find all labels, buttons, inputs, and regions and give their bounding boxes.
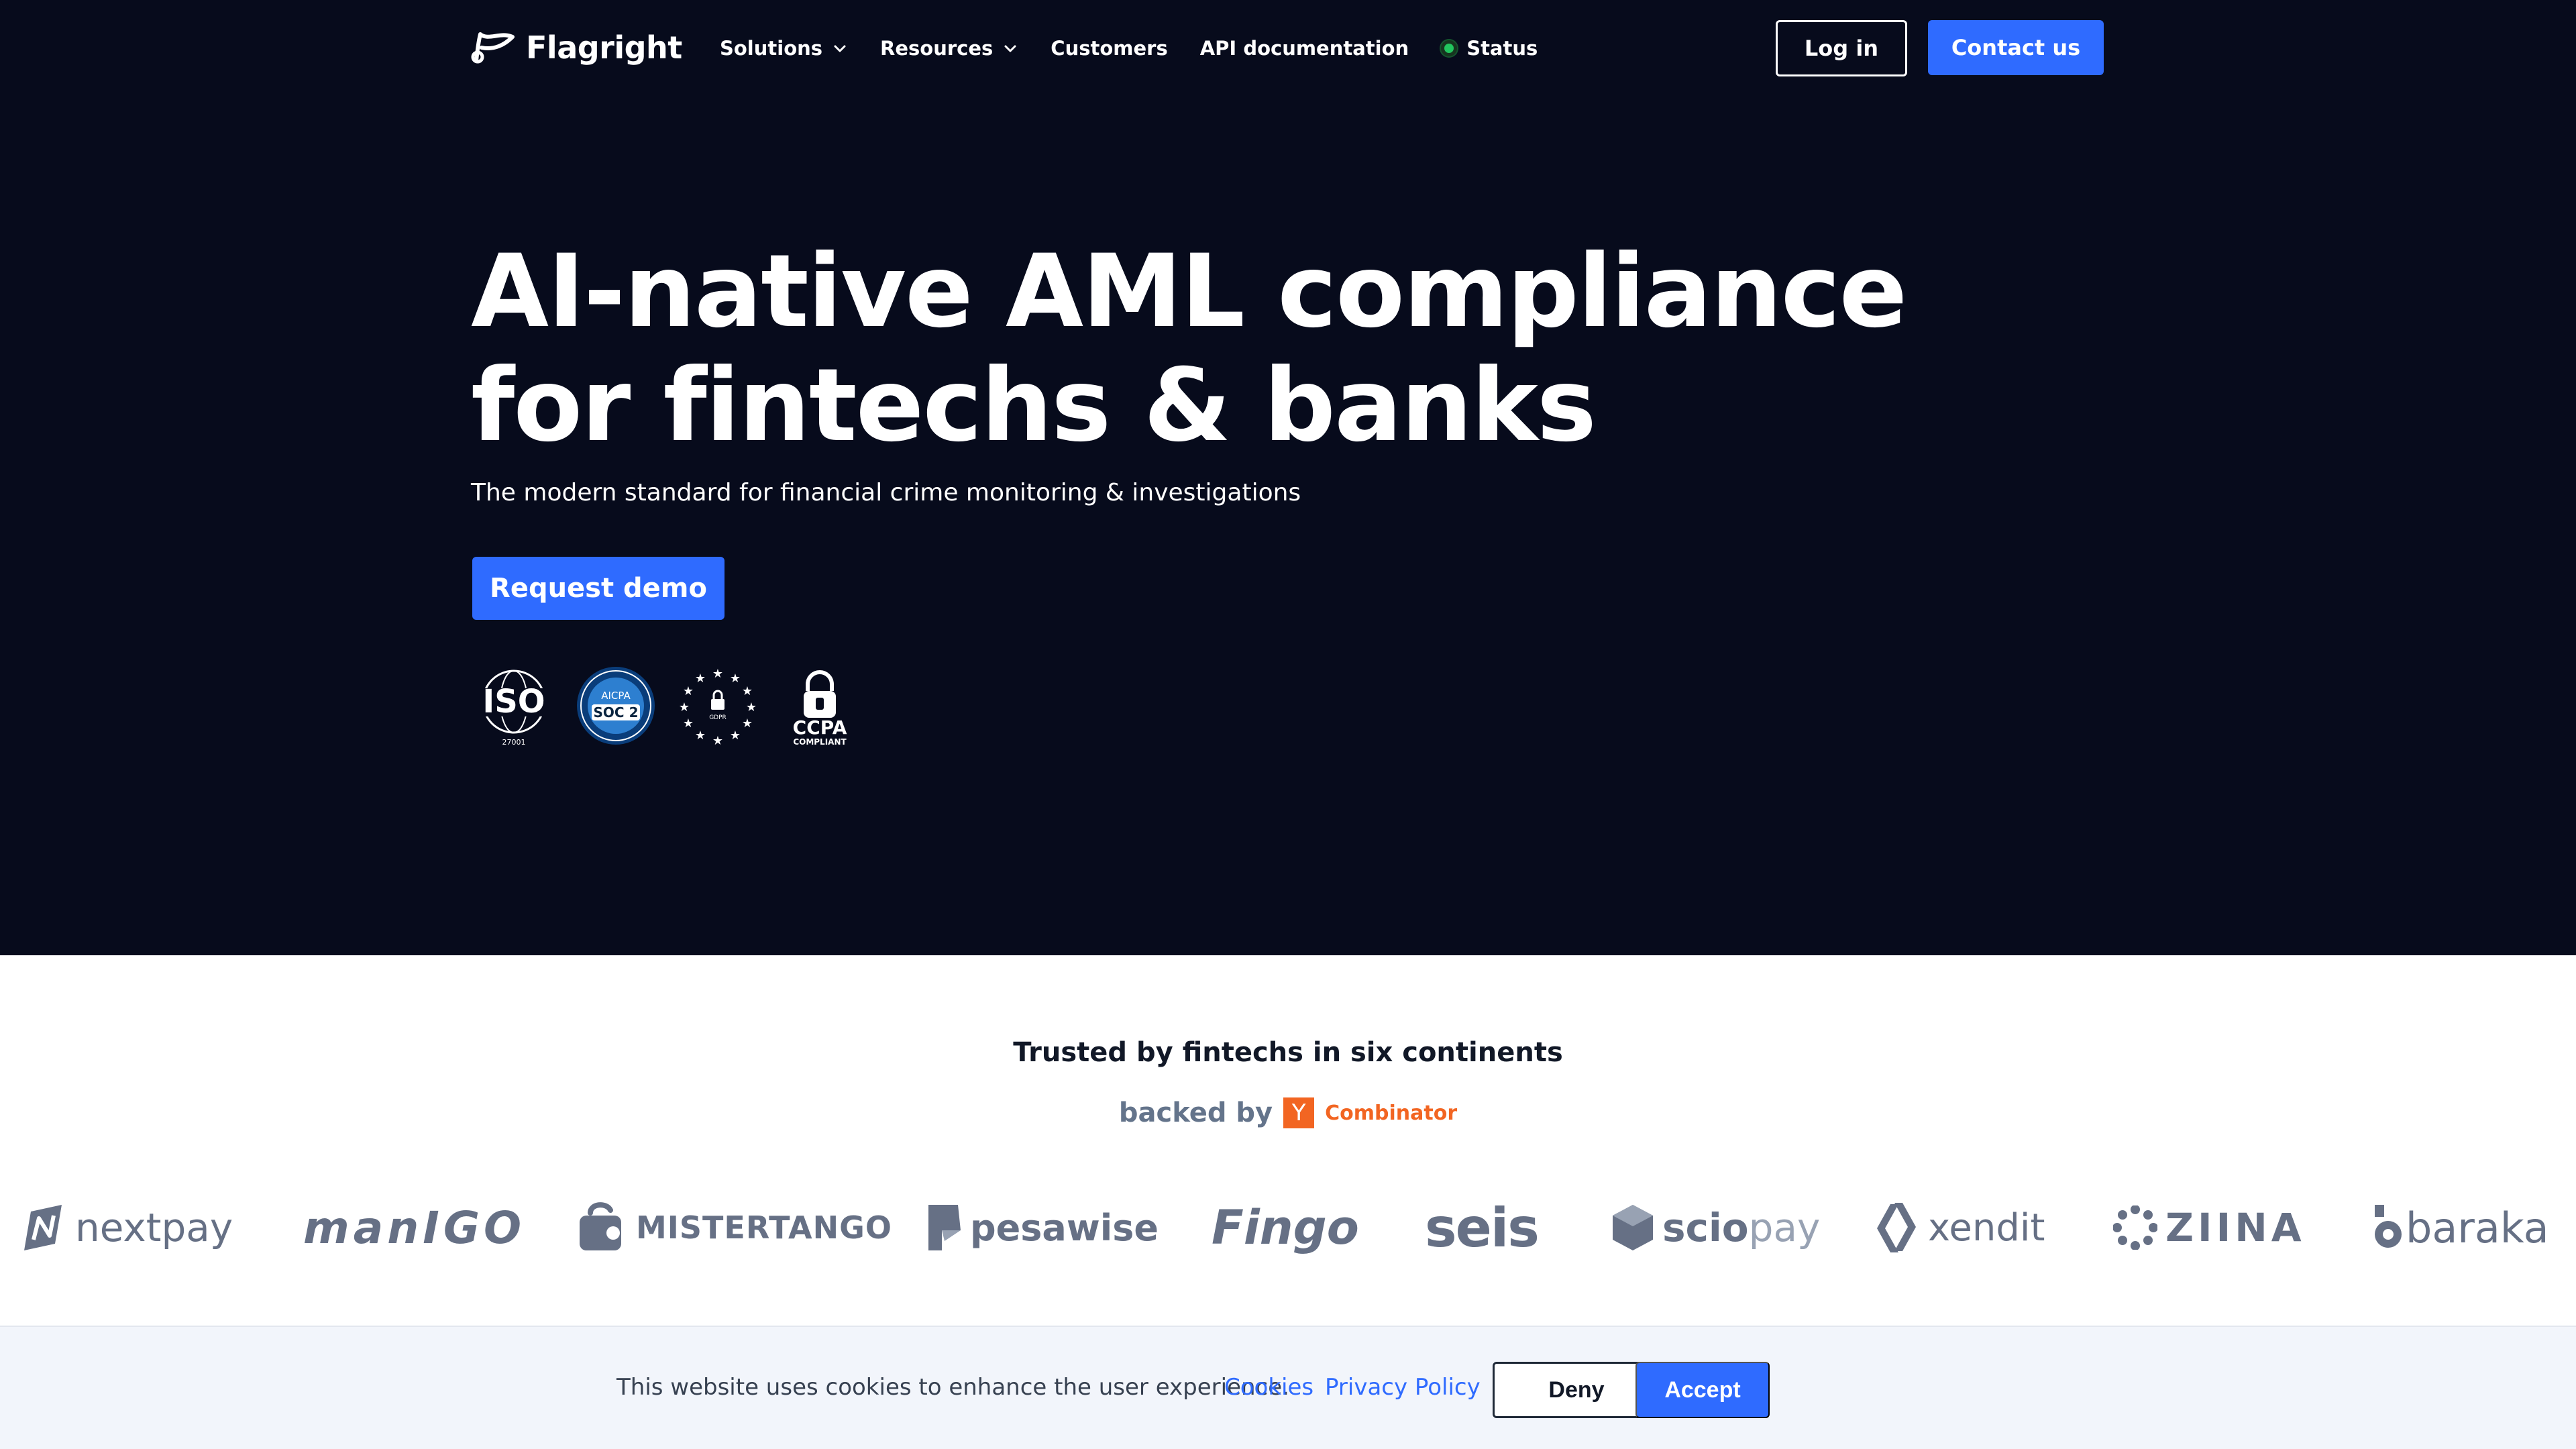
cookie-message: This website uses cookies to enhance the… [616,1374,1289,1401]
sciopay-mark-icon [1613,1205,1653,1250]
chevron-down-icon [834,45,846,52]
brand-logo[interactable]: Flagright [471,25,682,70]
mistertango-mark-icon [580,1202,621,1250]
svg-text:★: ★ [742,716,753,731]
hero-subheadline: The modern standard for financial crime … [471,479,1301,506]
gdpr-badge-label: GDPR [709,714,727,721]
svg-text:★: ★ [712,667,723,681]
main-nav: Solutions Resources Customers API docume… [720,32,1570,64]
client-logo-mistertango: MISTERTANGO [577,1187,892,1268]
ccpa-badge-title: CCPA [793,716,847,739]
client-logo-ziina: ZIINA [2113,1187,2306,1268]
svg-text:★: ★ [742,684,753,698]
nav-api-documentation[interactable]: API documentation [1200,37,1409,60]
soc2-badge-top: AICPA [601,690,631,702]
hero-headline-line-2: for fintechs & banks [471,347,1597,464]
svg-text:★: ★ [683,716,694,731]
nav-status-label: Status [1466,37,1538,60]
cookie-banner: This website uses cookies to enhance the… [0,1326,2576,1449]
client-logo-seis: seis [1425,1187,1540,1268]
client-logo-xendit: xendit [1873,1187,2045,1268]
client-logo-sciopay: scio pay [1611,1187,1820,1268]
ccpa-badge-sub: COMPLIANT [793,737,847,747]
client-logo-nextpay: nextpay [19,1187,233,1268]
client-name: pesawise [970,1206,1159,1249]
client-name: Fingo [1212,1200,1359,1255]
soc2-badge-main: SOC 2 [594,704,639,720]
client-name: nextpay [75,1205,233,1250]
backed-by-row: backed by Y Combinator [0,1097,2576,1128]
hero-headline-line-1: AI-native AML compliance [471,233,1907,350]
y-combinator-name: Combinator [1325,1101,1458,1125]
client-logo-manigo: manIGO [303,1187,525,1268]
accept-cookies-button[interactable]: Accept [1635,1362,1770,1418]
svg-text:★: ★ [695,729,706,743]
nav-status[interactable]: Status [1441,37,1538,60]
svg-text:★: ★ [695,672,706,686]
client-name: xendit [1928,1205,2045,1250]
nextpay-mark-icon [24,1205,62,1250]
svg-text:★: ★ [730,672,741,686]
svg-text:★: ★ [746,700,757,714]
client-name: ZIINA [2165,1205,2306,1250]
svg-text:★: ★ [679,700,690,714]
nav-resources[interactable]: Resources [880,37,1018,60]
contact-us-button[interactable]: Contact us [1928,20,2104,75]
login-button[interactable]: Log in [1776,20,1907,76]
ziina-mark-icon [2113,1205,2157,1250]
baraka-mark-icon [2375,1205,2402,1248]
y-combinator-logo-icon: Y [1283,1097,1315,1128]
client-name: seis [1425,1196,1540,1259]
client-logo-pesawise: pesawise [927,1187,1159,1268]
client-name-bold: scio [1662,1205,1749,1250]
xendit-mark-icon [1877,1203,1916,1252]
client-name-light: pay [1748,1205,1821,1250]
client-name: manIGO [303,1201,526,1254]
status-dot-icon [1441,40,1458,56]
nav-solutions[interactable]: Solutions [720,37,848,60]
svg-text:★: ★ [712,734,723,747]
ccpa-badge-icon: CCPA COMPLIANT [778,664,861,747]
hero-headline: AI-native AML compliance for fintechs & … [471,233,1907,464]
client-name: baraka [2406,1203,2549,1252]
compliance-badges: ISO 27001 AICPA SOC 2 ★ ★ ★ ★ ★ ★ ★ ★ ★ ★ ★ ★ [472,664,861,747]
client-logos: nextpay manIGO MISTERTANGO pesawise Fing… [0,1187,2576,1268]
hero-section: Flagright Solutions Resources Customers … [0,0,2576,955]
brand-name: Flagright [526,30,682,66]
request-demo-button[interactable]: Request demo [472,557,724,620]
svg-text:★: ★ [683,684,694,698]
iso-badge-title: ISO [482,683,545,720]
nav-solutions-label: Solutions [720,37,823,60]
client-name: MISTERTANGO [636,1210,892,1246]
cookies-link[interactable]: Cookies [1224,1374,1313,1401]
nav-resources-label: Resources [880,37,994,60]
backed-by-label: backed by [1118,1097,1273,1128]
flagright-logo-icon [471,32,515,64]
client-logo-baraka: baraka [2372,1187,2549,1268]
chevron-down-icon [1004,45,1016,52]
nav-customers[interactable]: Customers [1051,37,1167,60]
iso-badge-icon: ISO 27001 [472,664,555,747]
soc2-badge-icon: AICPA SOC 2 [574,664,657,747]
pesawise-mark-icon [928,1205,961,1250]
client-logo-fingo: Fingo [1212,1187,1359,1268]
svg-text:★: ★ [730,729,741,743]
gdpr-badge-icon: ★ ★ ★ ★ ★ ★ ★ ★ ★ ★ ★ ★ GDPR [676,664,759,747]
trusted-heading: Trusted by fintechs in six continents [1013,1037,1563,1068]
privacy-policy-link[interactable]: Privacy Policy [1325,1374,1481,1401]
iso-badge-sub: 27001 [502,738,526,747]
